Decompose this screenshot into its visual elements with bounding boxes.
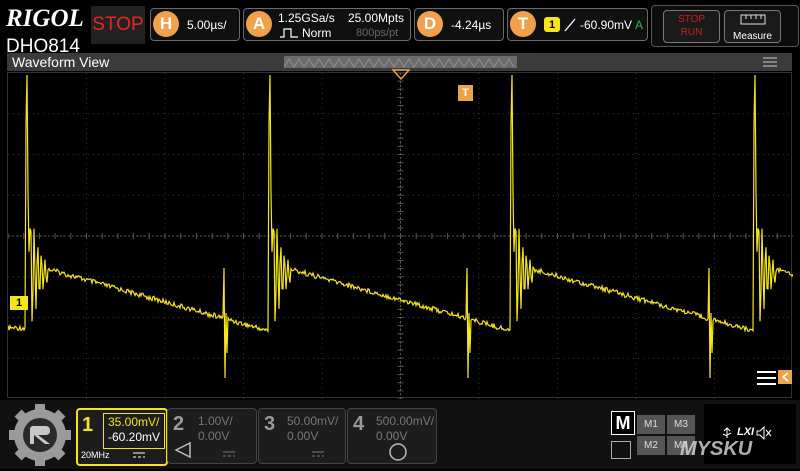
trigger-panel[interactable]: T 1 -60.90mV A [507, 8, 648, 41]
channel-2-panel[interactable]: 2 1.00V/ 0.00V [167, 408, 257, 464]
channel-4-panel[interactable]: 4 500.00mV/ 0.00V [347, 408, 437, 464]
channel-1-scale: 35.00mV/ [108, 415, 160, 429]
memory-position-bar[interactable] [283, 56, 517, 68]
waveform-view-title: Waveform View [12, 54, 110, 70]
trigger-icon: T [510, 11, 536, 37]
points-info: 800ps/pt [356, 27, 399, 39]
run-stop-top-label: STOP [677, 14, 706, 25]
channel-4-scale: 500.00mV/ [376, 414, 435, 428]
waveform-display[interactable]: T 1 [7, 69, 793, 399]
trigger-source-badge: 1 [544, 17, 560, 32]
channel-1-panel[interactable]: 1 35.00mV/ -60.20mV 20MHz [76, 408, 168, 466]
dc-coupling-icon [133, 452, 145, 458]
acquisition-icon: A [246, 11, 272, 37]
dc-coupling-icon [223, 451, 235, 457]
memory-depth: 25.00Mpts [348, 11, 405, 25]
math-m3-button[interactable]: M3 [667, 415, 695, 434]
waveform-grid [8, 73, 793, 399]
horizontal-panel[interactable]: H 5.00µs/ [150, 8, 240, 41]
channel-1-offset: -60.20mV [108, 430, 161, 444]
lxi-label: LXI [737, 426, 755, 438]
gear-icon [9, 404, 71, 466]
memory-pattern-icon [283, 58, 515, 68]
menu-icon[interactable] [762, 55, 778, 69]
trigger-position-marker[interactable] [392, 69, 410, 81]
watermark-text: MYSKU [680, 438, 753, 460]
timebase-value: 5.00µs/ [187, 18, 227, 32]
ch1-offset-marker[interactable]: 1 [10, 296, 28, 310]
measure-button[interactable]: Measure [724, 10, 781, 43]
speaker-muted-icon[interactable] [756, 426, 772, 440]
back-triangle-icon[interactable] [174, 441, 192, 459]
run-stop-button[interactable]: STOP RUN [663, 10, 720, 43]
math-m2-button[interactable]: M2 [637, 436, 665, 455]
brand-logo: RIGOL [6, 5, 84, 32]
channel-2-number: 2 [173, 413, 185, 435]
trigger-level-right-marker[interactable] [778, 370, 792, 384]
channel-1-bandwidth: 20MHz [81, 450, 110, 460]
channel-3-scale: 50.00mV/ [287, 414, 339, 428]
math-label: M [611, 411, 635, 435]
channel-1-number: 1 [82, 414, 94, 436]
ruler-icon [740, 14, 765, 25]
channel-3-panel[interactable]: 3 50.00mV/ 0.00V [258, 408, 346, 464]
delay-value: -4.24µs [451, 18, 492, 32]
channel-2-offset: 0.00V [198, 429, 230, 443]
acquisition-panel[interactable]: A 1.25GSa/s 25.00Mpts Norm 800ps/pt [243, 8, 411, 41]
sample-rate: 1.25GSa/s [278, 11, 335, 25]
acquire-mode: Norm [302, 26, 332, 40]
measure-label: Measure [733, 31, 772, 42]
run-state-badge[interactable]: STOP [91, 6, 145, 44]
home-button[interactable] [8, 404, 72, 466]
channel-2-scale: 1.00V/ [198, 414, 233, 428]
dc-coupling-icon [312, 451, 324, 457]
horizontal-icon: H [153, 11, 179, 37]
delay-icon: D [417, 11, 443, 37]
home-circle-icon[interactable] [388, 442, 408, 462]
rising-edge-icon [564, 18, 576, 32]
collapse-icon[interactable] [756, 369, 778, 387]
trigger-level: -60.90mV [580, 18, 633, 32]
trigger-level-marker[interactable]: T [458, 85, 473, 101]
channel-3-offset: 0.00V [287, 429, 319, 443]
channel-4-number: 4 [353, 413, 365, 435]
channel-4-offset: 0.00V [376, 429, 408, 443]
run-stop-bottom-label: RUN [680, 27, 703, 38]
delay-panel[interactable]: D -4.24µs [414, 8, 504, 41]
acquire-mode-icon [280, 28, 298, 38]
top-status-bar: RIGOL STOP DHO814 H 5.00µs/ A 1.25GSa/s … [0, 0, 800, 57]
trigger-sweep: A [635, 18, 644, 32]
math-m1-button[interactable]: M1 [637, 415, 665, 434]
channel-3-number: 3 [264, 413, 276, 435]
math-square-icon[interactable] [611, 441, 631, 459]
